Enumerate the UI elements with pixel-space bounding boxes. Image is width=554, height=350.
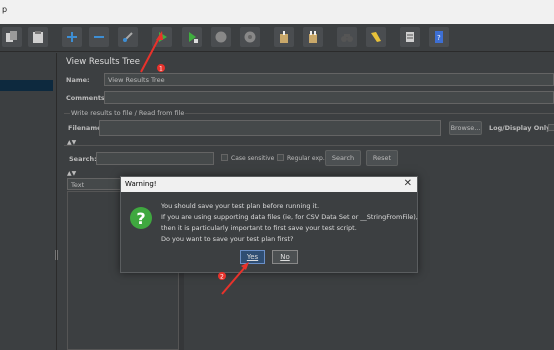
- filename-label: Filename: [68, 124, 102, 132]
- search-binoculars-icon[interactable]: [337, 27, 357, 47]
- dialog-title-bar: Warning! ✕: [121, 177, 417, 192]
- toolbar: ?: [0, 24, 554, 52]
- help-icon[interactable]: ?: [429, 27, 449, 47]
- copy-icon[interactable]: [2, 27, 22, 47]
- no-button[interactable]: No: [272, 250, 298, 264]
- reset-button[interactable]: Reset: [366, 150, 398, 166]
- regular-exp-label: Regular exp.: [287, 155, 325, 162]
- yes-button-label: Yes: [246, 253, 259, 261]
- filename-field[interactable]: [99, 120, 441, 136]
- search-button[interactable]: Search: [325, 150, 361, 166]
- left-splitter-grip[interactable]: [55, 250, 58, 260]
- clear-all-icon[interactable]: [303, 27, 323, 47]
- search-input[interactable]: [96, 152, 214, 165]
- renderer-value: Text: [71, 181, 85, 189]
- name-value: View Results Tree: [108, 76, 165, 84]
- warning-dialog: Warning! ✕ ? You should save your test p…: [120, 176, 418, 273]
- close-icon[interactable]: ✕: [404, 178, 412, 190]
- comments-field[interactable]: [104, 91, 554, 104]
- dialog-message-line-3: then it is particularly important to fir…: [161, 224, 357, 232]
- toggle-icon[interactable]: [118, 27, 138, 47]
- function-helper-icon[interactable]: [400, 27, 420, 47]
- svg-text:?: ?: [437, 34, 441, 42]
- name-label: Name:: [66, 76, 90, 84]
- page-title: View Results Tree: [66, 57, 140, 67]
- test-plan-tree[interactable]: [0, 53, 57, 350]
- regular-exp-checkbox[interactable]: [277, 154, 284, 161]
- case-sensitive-checkbox[interactable]: [221, 154, 228, 161]
- stop-icon[interactable]: [211, 27, 231, 47]
- yes-button[interactable]: Yes: [240, 250, 265, 264]
- reset-search-icon[interactable]: [366, 27, 386, 47]
- collapse-icon[interactable]: [89, 27, 109, 47]
- dialog-message-line-4: Do you want to save your test plan first…: [161, 235, 294, 243]
- write-results-label: Write results to file / Read from file: [70, 109, 186, 117]
- clear-icon[interactable]: [274, 27, 294, 47]
- log-display-checkbox[interactable]: [548, 124, 554, 131]
- splitter-arrows-icon-2[interactable]: ▲▼: [67, 170, 76, 177]
- case-sensitive-label: Case sensitive: [231, 155, 275, 162]
- name-field[interactable]: View Results Tree: [104, 73, 554, 86]
- tree-selected-row[interactable]: [0, 80, 53, 91]
- start-icon[interactable]: [152, 27, 172, 47]
- dialog-message-line-1: You should save your test plan before ru…: [161, 202, 320, 210]
- no-button-label: No: [280, 253, 290, 261]
- menu-bar-text: p: [2, 5, 8, 14]
- dialog-title: Warning!: [125, 180, 157, 188]
- dialog-message-line-2: If you are using supporting data files (…: [161, 213, 418, 221]
- paste-icon[interactable]: [28, 27, 48, 47]
- menu-bar: p: [0, 0, 554, 24]
- question-icon: ?: [130, 207, 152, 229]
- search-label: Search:: [69, 155, 97, 163]
- comments-label: Comments:: [66, 94, 108, 102]
- browse-button[interactable]: Browse...: [449, 121, 482, 135]
- shutdown-icon[interactable]: [240, 27, 260, 47]
- log-display-label: Log/Display Only:: [489, 124, 553, 132]
- divider: [64, 145, 554, 146]
- start-no-pause-icon[interactable]: [182, 27, 202, 47]
- expand-icon[interactable]: [62, 27, 82, 47]
